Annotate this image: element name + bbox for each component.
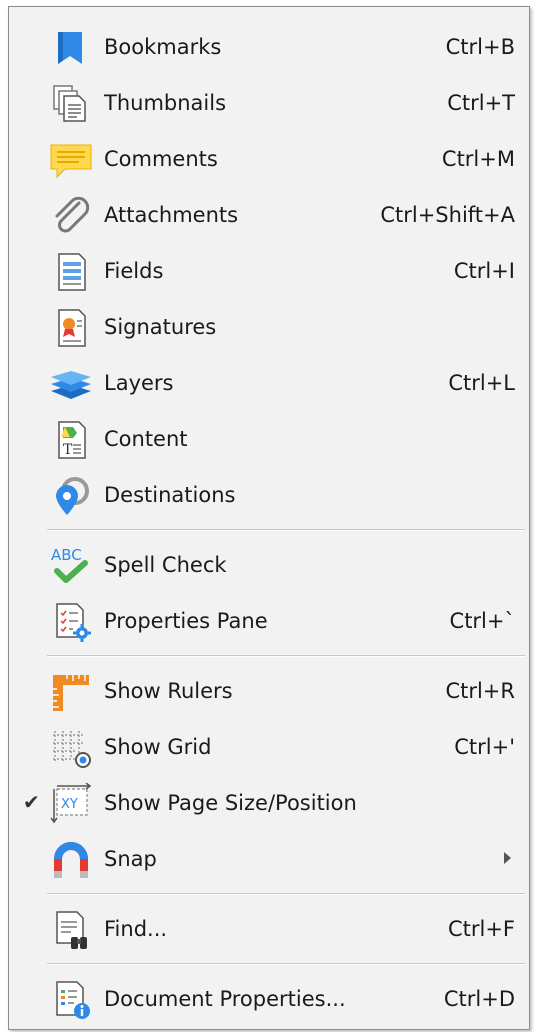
menu-item-label: Layers xyxy=(104,371,174,395)
map-pin-icon xyxy=(49,475,93,517)
document-properties-icon xyxy=(49,979,93,1021)
menu-item-layers[interactable]: Layers Ctrl+L xyxy=(9,355,529,411)
menu-item-label: Thumbnails xyxy=(104,91,227,115)
form-fields-icon xyxy=(49,251,93,293)
menu-item-destinations[interactable]: Destinations xyxy=(9,467,529,523)
shortcut-text: Ctrl+` xyxy=(449,609,515,633)
menu-separator xyxy=(47,893,525,895)
menu-item-label: Find... xyxy=(104,917,168,941)
properties-pane-icon xyxy=(49,601,93,643)
shortcut-text: Ctrl+T xyxy=(447,91,515,115)
signature-certificate-icon xyxy=(49,307,93,349)
menu-item-document-properties[interactable]: Document Properties... Ctrl+D xyxy=(9,971,529,1027)
shortcut-text: Ctrl+D xyxy=(443,987,515,1011)
menu-item-thumbnails[interactable]: Thumbnails Ctrl+T xyxy=(9,75,529,131)
menu-item-signatures[interactable]: Signatures xyxy=(9,299,529,355)
menu-item-label: Destinations xyxy=(104,483,236,507)
paperclip-icon xyxy=(49,195,93,237)
content-icon: T xyxy=(49,419,93,461)
grid-icon xyxy=(49,727,93,769)
menu-separator xyxy=(47,655,525,657)
thumbnails-icon xyxy=(49,83,93,125)
find-binoculars-icon xyxy=(49,909,93,951)
spell-check-icon: ABC xyxy=(49,545,93,587)
magnet-icon xyxy=(49,839,93,881)
menu-item-bookmarks[interactable]: Bookmarks Ctrl+B xyxy=(9,19,529,75)
bookmark-icon xyxy=(49,27,93,69)
menu-item-label: Show Rulers xyxy=(104,679,233,703)
menu-item-content[interactable]: T Content xyxy=(9,411,529,467)
svg-text:T: T xyxy=(63,442,73,458)
page-size-position-icon: XY xyxy=(49,783,93,825)
shortcut-text: Ctrl+L xyxy=(448,371,515,395)
menu-item-label: Content xyxy=(104,427,188,451)
xy-text: XY xyxy=(61,797,78,812)
menu-item-label: Fields xyxy=(104,259,164,283)
checkmark-icon: ✔ xyxy=(23,790,40,814)
menu-item-label: Comments xyxy=(104,147,218,171)
submenu-arrow-icon xyxy=(504,852,511,864)
menu-item-attachments[interactable]: Attachments Ctrl+Shift+A xyxy=(9,187,529,243)
shortcut-text: Ctrl+' xyxy=(454,735,515,759)
shortcut-text: Ctrl+Shift+A xyxy=(380,203,515,227)
comment-icon xyxy=(49,139,93,181)
menu-item-label: Attachments xyxy=(104,203,239,227)
menu-item-label: Show Page Size/Position xyxy=(104,791,357,815)
shortcut-text: Ctrl+R xyxy=(445,679,515,703)
menu-item-label: Signatures xyxy=(104,315,217,339)
shortcut-text: Ctrl+B xyxy=(445,35,515,59)
menu-item-label: Spell Check xyxy=(104,553,227,577)
menu-item-label: Snap xyxy=(104,847,157,871)
menu-item-label: Bookmarks xyxy=(104,35,222,59)
shortcut-text: Ctrl+F xyxy=(447,917,515,941)
shortcut-text: Ctrl+I xyxy=(453,259,515,283)
menu-item-snap[interactable]: Snap xyxy=(9,831,529,887)
menu-separator xyxy=(47,963,525,965)
menu-item-label: Document Properties... xyxy=(104,987,346,1011)
menu-item-comments[interactable]: Comments Ctrl+M xyxy=(9,131,529,187)
menu-item-label: Show Grid xyxy=(104,735,212,759)
menu-item-fields[interactable]: Fields Ctrl+I xyxy=(9,243,529,299)
menu-item-spell-check[interactable]: ABC Spell Check xyxy=(9,537,529,593)
menu-separator xyxy=(47,529,525,531)
menu-item-show-rulers[interactable]: Show Rulers Ctrl+R xyxy=(9,663,529,719)
menu-item-show-page-size-position[interactable]: ✔ XY Show Page Size/Position xyxy=(9,775,529,831)
ruler-icon xyxy=(49,671,93,713)
menu-item-label: Properties Pane xyxy=(104,609,268,633)
menu-item-properties-pane[interactable]: Properties Pane Ctrl+` xyxy=(9,593,529,649)
spell-check-abc-text: ABC xyxy=(51,546,82,564)
layers-icon xyxy=(49,363,93,405)
menu-item-find[interactable]: Find... Ctrl+F xyxy=(9,901,529,957)
menu-item-show-grid[interactable]: Show Grid Ctrl+' xyxy=(9,719,529,775)
shortcut-text: Ctrl+M xyxy=(441,147,515,171)
view-context-menu: Bookmarks Ctrl+B Thumbnails Ctrl+T Comme… xyxy=(8,6,530,1030)
